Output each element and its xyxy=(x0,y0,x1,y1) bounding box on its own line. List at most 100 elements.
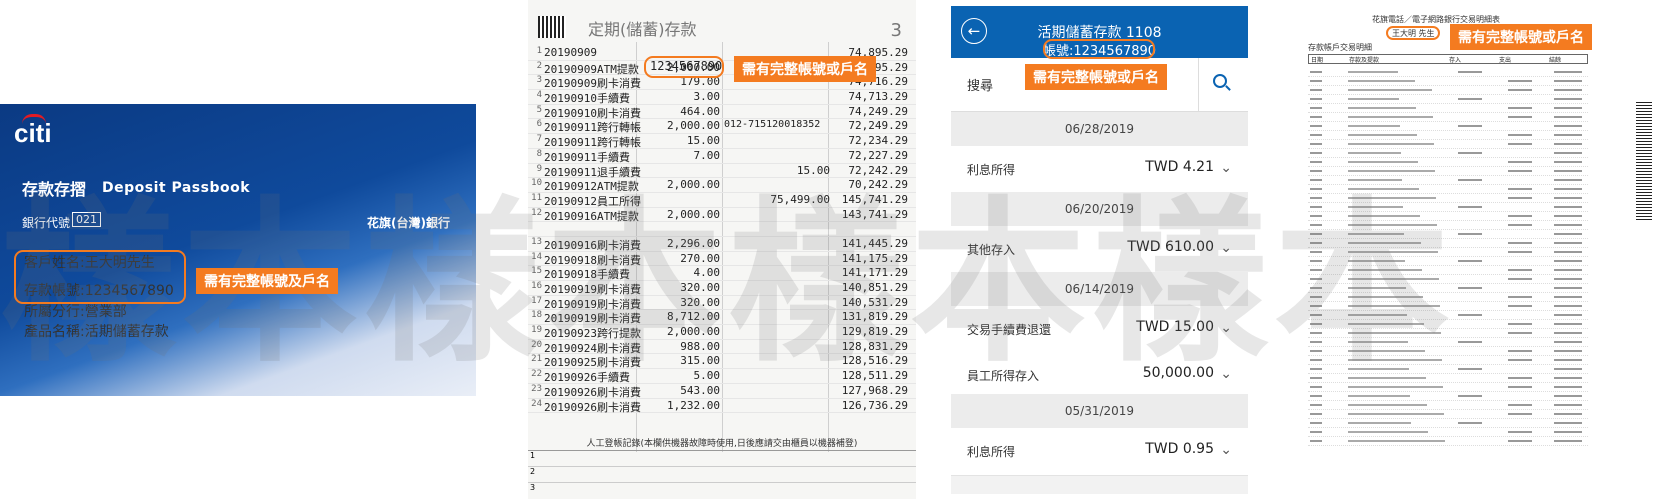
statement-row xyxy=(1308,410,1588,419)
ledger-cell-n: 9 xyxy=(536,163,542,174)
ledger-cell-n: 7 xyxy=(536,134,542,145)
ledger-row: 17 20190919刷卡消費 320.00 140,531.29 xyxy=(528,296,916,311)
statement-row xyxy=(1308,428,1588,437)
ledger-cell-balance: 74,713.29 xyxy=(848,90,908,104)
ledger-cell-amount: 2,296.00 xyxy=(667,236,720,250)
ledger-row: 16 20190919刷卡消費 320.00 140,851.29 xyxy=(528,281,916,296)
ledger-row: 18 20190919刷卡消費 8,712.00 131,819.29 xyxy=(528,310,916,325)
statement-row xyxy=(1308,203,1588,212)
ledger-row: 5 20190910刷卡消費 464.00 74,249.29 xyxy=(528,105,916,120)
statement-row xyxy=(1308,104,1588,113)
ledger-cell-amount: 2,000.00 xyxy=(667,325,720,339)
statement-row xyxy=(1308,176,1588,185)
ledger-cell-balance: 140,531.29 xyxy=(841,295,908,309)
ledger-cell-balance: 70,242.29 xyxy=(848,178,908,192)
ledger-row: 13 20190916刷卡消費 2,296.00 141,445.29 xyxy=(528,237,916,252)
app-account-ring xyxy=(1043,39,1155,59)
page-number: 3 xyxy=(890,20,902,41)
ledger-cell-n: 11 xyxy=(531,192,542,203)
transaction-row[interactable]: 其他存入 TWD 610.00 ⌄ xyxy=(951,226,1248,274)
statement-row xyxy=(1308,257,1588,266)
ledger-row: 24 20190926刷卡消費 1,232.00 126,736.29 xyxy=(528,399,916,414)
transaction-label: 員工所得存入 xyxy=(967,369,1040,383)
ledger-cell-amount: 3.00 xyxy=(693,90,721,104)
ledger-cell-date: 20190910手續費 xyxy=(544,92,630,106)
ledger-row: 6 20190911跨行轉帳 2,000.00 012-715120018352 72,… xyxy=(528,119,916,134)
chevron-down-icon[interactable]: ⌄ xyxy=(1220,240,1232,256)
ledger-cell-balance: 129,819.29 xyxy=(841,325,908,339)
ledger-cell-amount: 988.00 xyxy=(680,339,720,353)
statement-row xyxy=(1308,302,1588,311)
ledger-cell-date: 20190909ATM提款 xyxy=(544,62,639,76)
ledger-callout: 需有完整帳號或戶名 xyxy=(734,56,876,82)
chevron-down-icon[interactable]: ⌄ xyxy=(1220,320,1232,336)
statement-row xyxy=(1308,248,1588,257)
ledger-cell-n: 10 xyxy=(531,178,542,189)
transaction-amount: TWD 15.00 xyxy=(1136,319,1214,335)
ledger-cell-balance: 131,819.29 xyxy=(841,310,908,324)
chevron-down-icon[interactable]: ⌄ xyxy=(1220,442,1232,458)
ledger-cell-date: 20190909 xyxy=(544,46,597,59)
ledger-cell-n: 19 xyxy=(531,325,542,336)
ledger-cell-n: 17 xyxy=(531,295,542,306)
statement-page: 花旗電話／電子網路銀行交易明細表 王大明 先生 需有完整帳號或戶名 存款帳戶交易… xyxy=(1302,8,1672,499)
ledger-cell-date: 20190911手續費 xyxy=(544,150,630,164)
ledger-page: 定期(儲蓄)存款 3 1 20190909 74,895.29 2 20190909AT… xyxy=(528,0,916,499)
ledger-cell-date: 20190918刷卡消費 xyxy=(544,253,641,267)
passbook-highlight-ring xyxy=(14,250,186,304)
ledger-cell-amount: 270.00 xyxy=(680,251,720,265)
transaction-row[interactable]: 利息所得 TWD 4.21 ⌄ xyxy=(951,146,1248,194)
transaction-amount: 50,000.00 xyxy=(1142,365,1214,381)
statement-row xyxy=(1308,167,1588,176)
ledger-cell-balance: 141,171.29 xyxy=(841,266,908,280)
ledger-cell-n: 15 xyxy=(531,266,542,277)
statement-row xyxy=(1308,365,1588,374)
ledger-cell-balance: 128,511.29 xyxy=(841,369,908,383)
ledger-cell-date: 20190919刷卡消費 xyxy=(544,312,641,326)
ledger-cell-balance: 72,249.29 xyxy=(848,119,908,133)
citi-logo: citi xyxy=(14,118,52,148)
statement-row xyxy=(1308,158,1588,167)
ledger-row: 15 20190918手續費 4.00 141,171.29 xyxy=(528,266,916,281)
statement-row xyxy=(1308,275,1588,284)
ledger-cell-balance: 72,227.29 xyxy=(848,148,908,162)
statement-row xyxy=(1308,140,1588,149)
ledger-cell-date: 20190926手續費 xyxy=(544,371,630,385)
statement-row xyxy=(1308,347,1588,356)
passbook-title-en: Deposit Passbook xyxy=(102,180,251,196)
ledger-row: 8 20190911手續費 7.00 72,227.29 xyxy=(528,149,916,164)
statement-row xyxy=(1308,113,1588,122)
statement-callout: 需有完整帳號或戶名 xyxy=(1450,24,1592,50)
ledger-cell-date: 20190924刷卡消費 xyxy=(544,341,641,355)
chevron-down-icon[interactable]: ⌄ xyxy=(1220,366,1232,382)
search-icon[interactable] xyxy=(1213,74,1227,88)
transaction-amount: TWD 0.95 xyxy=(1145,441,1214,457)
transaction-amount: TWD 610.00 xyxy=(1127,239,1214,255)
ledger-row: 9 20190911退手續費 15.00 72,242.29 xyxy=(528,164,916,179)
date-header: 06/14/2019 xyxy=(951,272,1248,306)
ledger-row: 4 20190910手續費 3.00 74,713.29 xyxy=(528,90,916,105)
ledger-cell-n: 4 xyxy=(536,90,542,101)
ledger-row: 10 20190912ATM提款 2,000.00 70,242.29 xyxy=(528,178,916,193)
ledger-cell-amount: 4.00 xyxy=(693,266,721,280)
bank-name: 花旗(台灣)銀行 xyxy=(367,216,450,230)
chevron-down-icon[interactable]: ⌄ xyxy=(1220,160,1232,176)
statement-row xyxy=(1308,401,1588,410)
ledger-cell-n: 8 xyxy=(536,148,542,159)
ledger-cell-balance: 74,249.29 xyxy=(848,104,908,118)
transaction-row[interactable]: 員工所得存入 50,000.00 ⌄ xyxy=(951,352,1248,400)
ledger-cell-amount: 7.00 xyxy=(693,148,721,162)
statement-row xyxy=(1308,311,1588,320)
transaction-row[interactable]: 利息所得 TWD 0.95 ⌄ xyxy=(951,428,1248,476)
ledger-cell-balance: 145,741.29 xyxy=(841,192,908,206)
ledger-cell-credit: 15.00 xyxy=(796,163,830,177)
transaction-label: 利息所得 xyxy=(967,445,1016,459)
transaction-row[interactable]: 交易手續費退還 TWD 15.00 ⌄ xyxy=(951,306,1248,354)
ledger-cell-credit: 75,499.00 xyxy=(770,192,830,206)
ledger-cell-date: 20190911退手續費 xyxy=(544,165,641,179)
transaction-label: 其他存入 xyxy=(967,243,1016,257)
ledger-cell-amount: 315.00 xyxy=(680,354,720,368)
ledger-row: 23 20190926刷卡消費 543.00 127,968.29 xyxy=(528,384,916,399)
ledger-cell-n: 18 xyxy=(531,310,542,321)
transaction-label: 交易手續費退還 xyxy=(967,323,1052,337)
